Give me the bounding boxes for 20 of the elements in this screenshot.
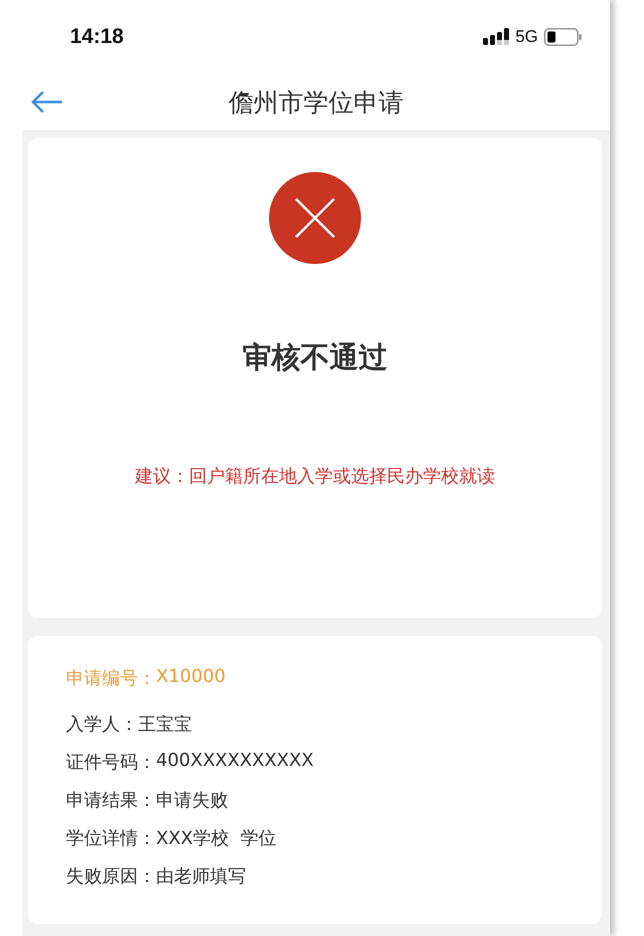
field-value: XXX学校 学位 bbox=[156, 827, 276, 850]
suggestion-text: 建议：回户籍所在地入学或选择民办学校就读 bbox=[135, 465, 495, 488]
field-label: 入学人： bbox=[66, 713, 138, 736]
result-title: 审核不通过 bbox=[242, 339, 388, 376]
page-title: 儋州市学位申请 bbox=[228, 86, 404, 118]
field-label: 证件号码： bbox=[66, 751, 156, 774]
field-label: 申请编号： bbox=[66, 667, 156, 690]
signal-icon bbox=[483, 28, 510, 46]
field-label: 失败原因： bbox=[66, 865, 156, 888]
field-value: 由老师填写 bbox=[156, 865, 246, 888]
field-label: 学位详情： bbox=[66, 827, 156, 850]
field-label: 申请结果： bbox=[66, 789, 156, 812]
field-value: 申请失败 bbox=[156, 789, 228, 812]
network-label: 5G bbox=[515, 27, 538, 47]
field-value: 400XXXXXXXXXX bbox=[156, 750, 314, 773]
time: 14:18 bbox=[70, 25, 124, 49]
battery-icon bbox=[544, 28, 582, 46]
field-value: X10000 bbox=[156, 666, 226, 689]
back-arrow-icon bbox=[31, 91, 63, 113]
field-value: 王宝宝 bbox=[138, 713, 192, 736]
